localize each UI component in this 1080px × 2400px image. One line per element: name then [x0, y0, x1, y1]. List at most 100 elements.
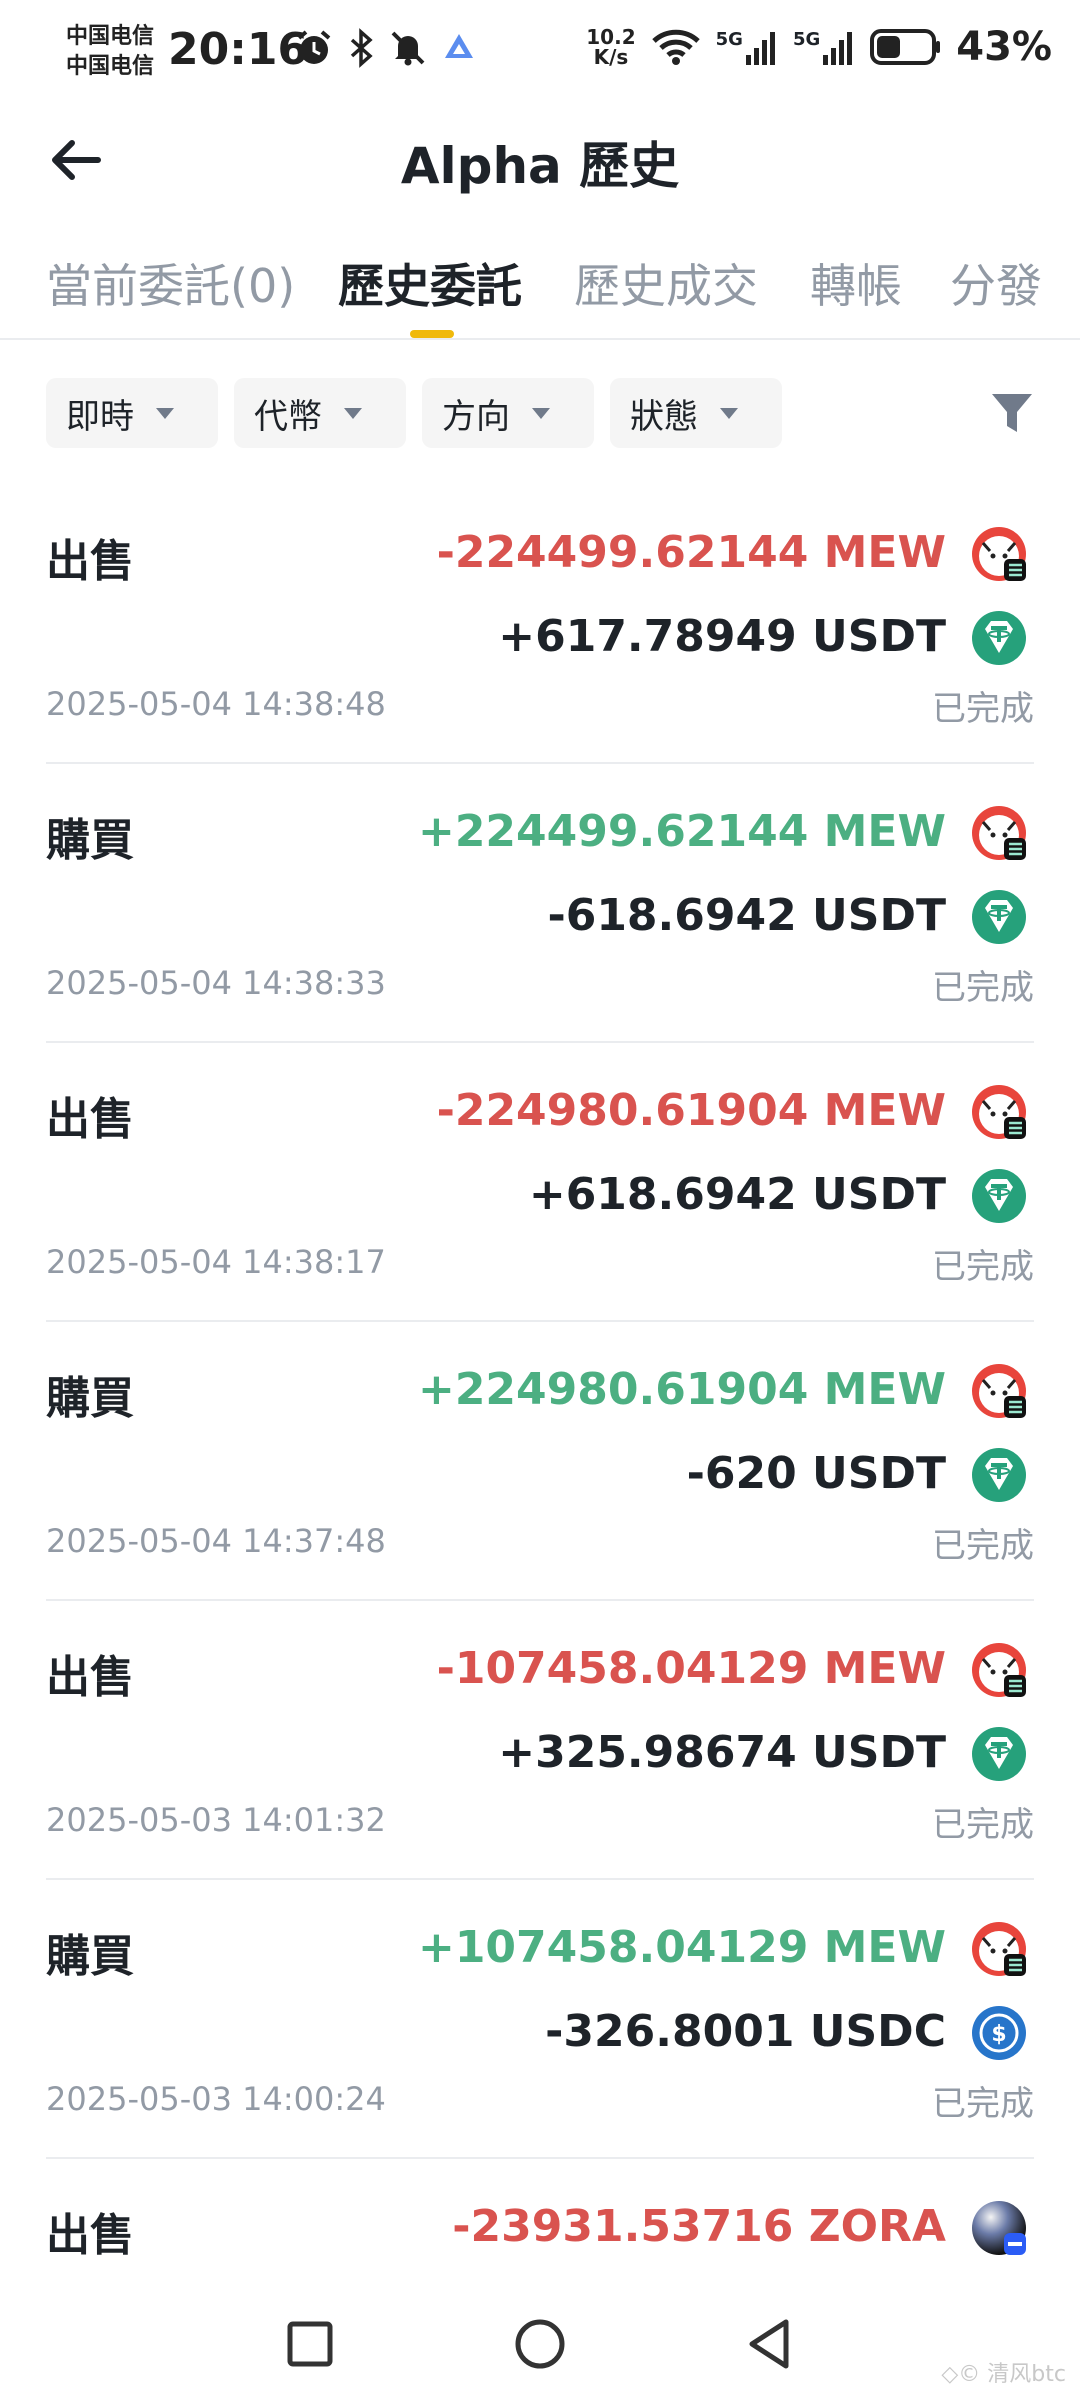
order-side: 購買 [46, 815, 134, 866]
order-timestamp: 2025-05-04 14:37:48 [46, 1522, 386, 1560]
filter-direction[interactable]: 方向 [422, 378, 594, 448]
order-timestamp: 2025-05-04 14:38:33 [46, 964, 386, 1002]
order-status: 已完成 [932, 1526, 1034, 1566]
filter-bar: 即時 代幣 方向 狀態 [46, 378, 1034, 448]
caret-down-icon [720, 407, 738, 419]
filter-label: 代幣 [254, 396, 322, 437]
recent-apps-icon[interactable] [280, 2314, 340, 2374]
base-amount: +224499.62144 MEW [417, 806, 946, 857]
order-side: 出售 [46, 2210, 134, 2261]
filter-token[interactable]: 代幣 [234, 378, 406, 448]
carrier-1: 中国电信 [66, 24, 155, 49]
tab-distribution[interactable]: 分發 [950, 250, 1042, 316]
order-row[interactable]: 出售 -224980.61904 MEW +618.6942 USDT 2025-05… [46, 1043, 1034, 1322]
battery-percent: 43% [956, 24, 1052, 70]
order-status: 已完成 [932, 689, 1034, 729]
mew-coin-icon [970, 804, 1028, 862]
quote-amount: -618.6942 USDT [547, 890, 946, 941]
order-timestamp: 2025-05-04 14:38:17 [46, 1243, 386, 1281]
base-amount: +224980.61904 MEW [417, 1364, 946, 1415]
order-timestamp: 2025-05-03 14:00:24 [46, 2080, 386, 2118]
mew-coin-icon [970, 1641, 1028, 1699]
order-side: 出售 [46, 1094, 134, 1145]
usdc-coin-icon: $ [970, 2004, 1028, 2062]
caret-down-icon [156, 407, 174, 419]
quote-amount: -620 USDT [686, 1448, 946, 1499]
app-notification-icon [445, 34, 473, 58]
filter-label: 方向 [442, 396, 510, 437]
wifi-icon [651, 29, 700, 65]
watermark: ◇© 清风btc [941, 2362, 1066, 2387]
zora-coin-icon [970, 2199, 1028, 2257]
quote-amount: +325.98674 USDT [498, 1727, 946, 1778]
filter-time[interactable]: 即時 [46, 378, 218, 448]
order-timestamp: 2025-05-03 14:01:32 [46, 1801, 386, 1839]
caret-down-icon [532, 407, 550, 419]
order-side: 購買 [46, 1931, 134, 1982]
order-side: 購買 [46, 1373, 134, 1424]
mew-coin-icon [970, 1362, 1028, 1420]
home-icon[interactable] [510, 2314, 570, 2374]
order-row[interactable]: 購買 +107458.04129 MEW -326.8001 USDC $2025-0… [46, 1880, 1034, 2159]
signal-1: 5G [716, 29, 779, 65]
svg-text:$: $ [991, 2022, 1006, 2047]
order-row[interactable]: 出售 -224499.62144 MEW +617.78949 USDT 2025-0… [46, 485, 1034, 764]
base-amount: -224499.62144 MEW [436, 527, 946, 578]
usdt-coin-icon [970, 609, 1028, 667]
filter-label: 狀態 [630, 396, 698, 437]
status-icons-left [294, 28, 476, 68]
signal-bars-icon [745, 32, 775, 65]
usdt-coin-icon [970, 1725, 1028, 1783]
quote-amount: +617.78949 USDT [498, 611, 946, 662]
usdt-coin-icon [970, 1167, 1028, 1225]
carrier-names: 中国电信 中国电信 [66, 22, 154, 82]
quote-amount: -326.8001 USDC [545, 2006, 946, 2057]
tab-order-history[interactable]: 歷史委託 [338, 250, 522, 316]
tab-trade-history[interactable]: 歷史成交 [574, 250, 758, 316]
system-nav-bar: ◇© 清风btc [0, 2290, 1080, 2400]
order-row[interactable]: 出售 -107458.04129 MEW +325.98674 USDT 2025-0… [46, 1601, 1034, 1880]
mew-coin-icon [970, 1083, 1028, 1141]
order-status: 已完成 [932, 1247, 1034, 1287]
status-icons-right: 10.2 K/s 5G 5G 43% [586, 24, 1052, 70]
order-side: 出售 [46, 536, 134, 587]
filter-status[interactable]: 狀態 [610, 378, 782, 448]
quote-amount: +618.6942 USDT [528, 1169, 946, 1220]
order-status: 已完成 [932, 968, 1034, 1008]
clock: 20:16 [168, 24, 309, 75]
order-timestamp: 2025-05-04 14:38:48 [46, 685, 386, 723]
order-row[interactable]: 購買 +224499.62144 MEW -618.6942 USDT 2025-05… [46, 764, 1034, 1043]
battery-icon [870, 29, 941, 65]
order-row[interactable]: 購買 +224980.61904 MEW -620 USDT 2025-05-04 1… [46, 1322, 1034, 1601]
battery-fill [877, 36, 901, 58]
signal-2: 5G [793, 29, 856, 65]
base-amount: -107458.04129 MEW [436, 1643, 946, 1694]
base-amount: -23931.53716 ZORA [452, 2201, 946, 2252]
order-status: 已完成 [932, 2084, 1034, 2124]
tab-bar: 當前委託(0) 歷史委託 歷史成交 轉帳 分發 [0, 250, 1080, 340]
page-title: Alpha 歷史 [400, 137, 680, 195]
usdt-coin-icon [970, 888, 1028, 946]
filter-label: 即時 [66, 396, 134, 437]
network-speed: 10.2 K/s [586, 25, 636, 69]
mute-bell-icon [391, 31, 425, 66]
page-header: Alpha 歷史 [0, 110, 1080, 210]
active-tab-indicator [410, 330, 454, 338]
alarm-icon [297, 30, 331, 64]
funnel-filter-icon[interactable] [990, 390, 1034, 436]
status-bar: 中国电信 中国电信 20:16 10.2 K/s 5G 5G 43% [0, 0, 1080, 110]
order-status: 已完成 [932, 1805, 1034, 1845]
bluetooth-icon [350, 28, 373, 68]
tab-transfer[interactable]: 轉帳 [810, 250, 902, 316]
mew-coin-icon [970, 1920, 1028, 1978]
usdt-coin-icon [970, 1446, 1028, 1504]
base-amount: -224980.61904 MEW [436, 1085, 946, 1136]
back-triangle-icon[interactable] [740, 2314, 800, 2374]
base-amount: +107458.04129 MEW [417, 1922, 946, 1973]
tab-open-orders[interactable]: 當前委託(0) [46, 250, 295, 316]
mew-coin-icon [970, 525, 1028, 583]
signal-bars-icon [823, 32, 853, 65]
caret-down-icon [344, 407, 362, 419]
carrier-2: 中国电信 [66, 54, 155, 79]
order-side: 出售 [46, 1652, 134, 1703]
